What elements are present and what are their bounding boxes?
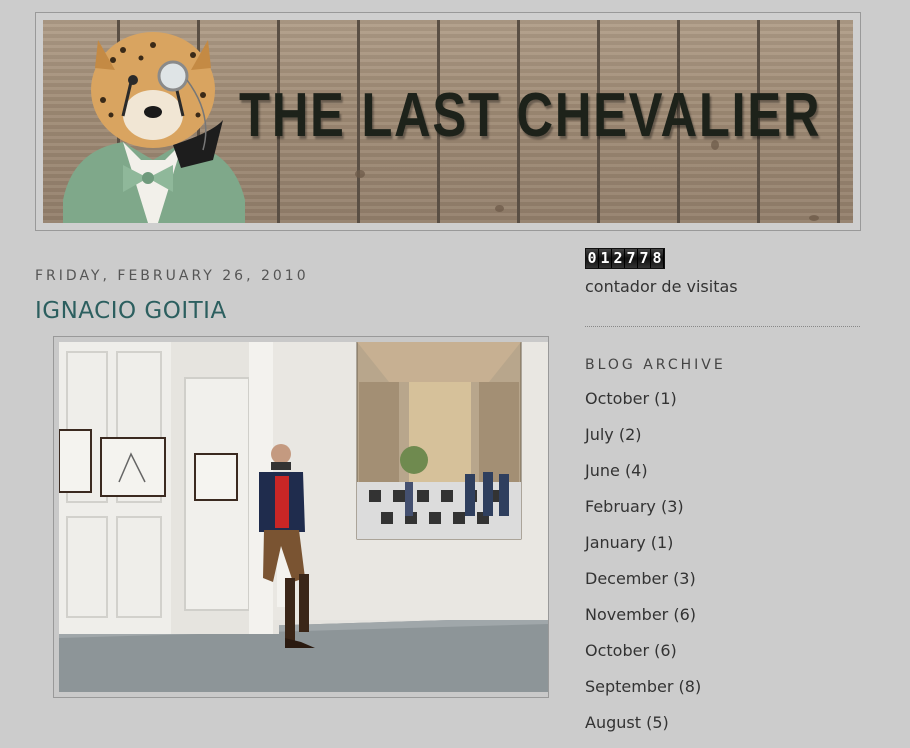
archive-list: October (1) July (2) June (4) February (… xyxy=(585,388,701,748)
wood-knot xyxy=(355,170,365,178)
blog-title[interactable]: THE LAST CHEVALIER xyxy=(239,80,821,151)
wood-knot xyxy=(495,205,504,212)
archive-month-link[interactable]: July xyxy=(585,425,614,444)
archive-item: February (3) xyxy=(585,496,701,532)
archive-heading: BLOG ARCHIVE xyxy=(585,357,726,373)
archive-item: October (6) xyxy=(585,640,701,676)
post-photo-frame xyxy=(53,336,549,698)
archive-month-link[interactable]: February xyxy=(585,497,656,516)
archive-item: December (3) xyxy=(585,568,701,604)
counter-caption: contador de visitas xyxy=(585,277,738,296)
archive-month-link[interactable]: August xyxy=(585,713,641,732)
archive-count: (3) xyxy=(661,497,684,516)
archive-month-link[interactable]: October xyxy=(585,641,649,660)
archive-item: June (4) xyxy=(585,460,701,496)
archive-item: January (1) xyxy=(585,532,701,568)
archive-month-link[interactable]: September xyxy=(585,677,673,696)
header-banner[interactable]: THE LAST CHEVALIER xyxy=(43,20,853,223)
cheetah-mascot-logo xyxy=(63,32,245,223)
gallery-photo-illustration xyxy=(59,342,548,692)
archive-item: October (1) xyxy=(585,388,701,424)
archive-count: (3) xyxy=(673,569,696,588)
archive-item: July (2) xyxy=(585,424,701,460)
sidebar-divider xyxy=(585,326,860,327)
counter-digit: 1 xyxy=(599,249,612,268)
archive-count: (1) xyxy=(650,533,674,552)
post-title-link[interactable]: IGNACIO GOITIA xyxy=(35,298,227,324)
archive-month-link[interactable]: December xyxy=(585,569,668,588)
archive-item: September (8) xyxy=(585,676,701,712)
counter-digit: 8 xyxy=(651,249,664,268)
post-photo[interactable] xyxy=(59,342,548,692)
counter-digit: 7 xyxy=(625,249,638,268)
archive-month-link[interactable]: November xyxy=(585,605,668,624)
wood-knot xyxy=(809,215,819,221)
archive-count: (4) xyxy=(624,461,648,480)
counter-digit: 2 xyxy=(612,249,625,268)
post-date: FRIDAY, FEBRUARY 26, 2010 xyxy=(35,268,309,284)
archive-month-link[interactable]: October xyxy=(585,389,649,408)
archive-count: (8) xyxy=(678,677,702,696)
counter-digit: 0 xyxy=(586,249,599,268)
blog-header[interactable]: THE LAST CHEVALIER xyxy=(35,12,861,231)
archive-count: (6) xyxy=(654,641,677,660)
archive-item: August (5) xyxy=(585,712,701,748)
visit-counter: 0 1 2 7 7 8 xyxy=(585,248,665,269)
archive-count: (6) xyxy=(673,605,696,624)
counter-digit: 7 xyxy=(638,249,651,268)
archive-count: (5) xyxy=(646,713,669,732)
archive-month-link[interactable]: January xyxy=(585,533,646,552)
archive-count: (1) xyxy=(654,389,677,408)
archive-count: (2) xyxy=(618,425,642,444)
archive-item: November (6) xyxy=(585,604,701,640)
archive-month-link[interactable]: June xyxy=(585,461,620,480)
